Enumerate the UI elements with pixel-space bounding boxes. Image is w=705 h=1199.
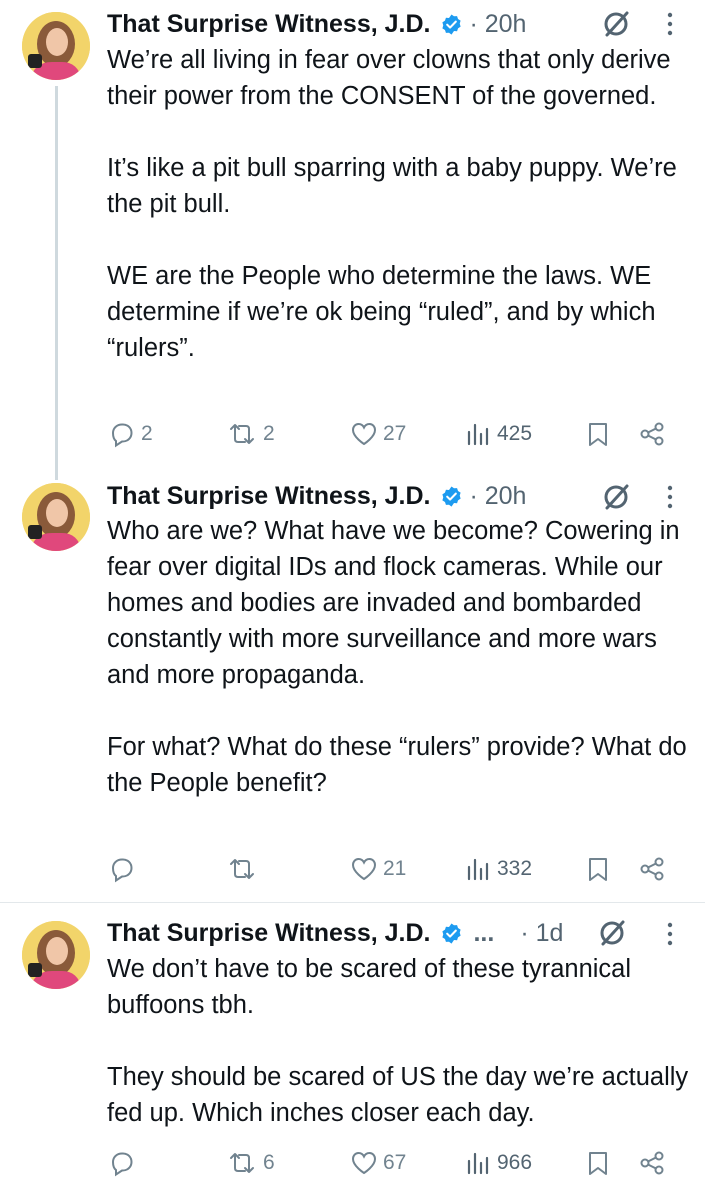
post-text: We’re all living in fear over clowns tha… <box>107 46 677 362</box>
bookmark-icon <box>589 858 607 881</box>
share-icon <box>640 422 664 446</box>
post-time[interactable]: · 20h <box>469 10 526 39</box>
hide-post-icon[interactable] <box>602 9 632 39</box>
verified-badge-icon <box>442 485 462 507</box>
reply-button[interactable] <box>107 851 141 887</box>
post-time[interactable]: · 20h <box>469 482 526 511</box>
hide-post-icon[interactable] <box>602 482 632 512</box>
repost-button[interactable] <box>225 851 263 887</box>
like-button[interactable]: 67 <box>349 1145 406 1181</box>
like-icon <box>351 422 377 446</box>
thread-line <box>55 86 58 480</box>
like-count: 67 <box>383 1151 407 1174</box>
repost-icon <box>230 1153 254 1173</box>
reply-button[interactable] <box>107 1145 141 1181</box>
author-name[interactable]: That Surprise Witness, J.D. <box>107 10 430 39</box>
views-icon <box>467 858 489 881</box>
more-options-icon[interactable] <box>660 482 680 512</box>
repost-count: 6 <box>263 1151 275 1174</box>
avatar[interactable] <box>22 921 90 989</box>
share-button[interactable] <box>637 416 667 452</box>
action-bar: 21 332 <box>107 851 677 887</box>
tweet-3[interactable]: That Surprise Witness, J.D. ... · 1d We … <box>0 915 705 1195</box>
avatar-image <box>22 921 90 989</box>
avatar-image <box>22 12 90 80</box>
like-icon <box>351 857 377 881</box>
bookmark-icon <box>589 1152 607 1175</box>
avatar-image <box>22 483 90 551</box>
repost-button[interactable]: 2 <box>225 416 275 452</box>
verified-badge-icon <box>442 922 462 944</box>
post-text: Who are we? What have we become? Cowerin… <box>107 517 687 797</box>
tweet-1[interactable]: That Surprise Witness, J.D. · 20h We’re … <box>0 0 705 480</box>
views-button[interactable]: 966 <box>463 1145 532 1181</box>
share-button[interactable] <box>637 851 667 887</box>
reply-icon <box>111 423 133 448</box>
bookmark-button[interactable] <box>585 851 611 887</box>
avatar[interactable] <box>22 12 90 80</box>
post-time[interactable]: · 1d <box>520 919 563 948</box>
more-options-icon[interactable] <box>660 9 680 39</box>
views-icon <box>467 1152 489 1175</box>
like-count: 21 <box>383 857 407 880</box>
name-overflow: ... <box>473 918 495 947</box>
share-button[interactable] <box>637 1145 667 1181</box>
more-options-icon[interactable] <box>660 919 680 949</box>
repost-count: 2 <box>263 422 275 445</box>
author-name[interactable]: That Surprise Witness, J.D. <box>107 919 430 948</box>
views-count: 332 <box>497 857 533 880</box>
reply-button[interactable]: 2 <box>107 416 153 452</box>
views-button[interactable]: 425 <box>463 416 532 452</box>
reply-icon <box>111 858 133 883</box>
author-name[interactable]: That Surprise Witness, J.D. <box>107 482 430 511</box>
bookmark-icon <box>589 423 607 446</box>
views-icon <box>467 423 489 446</box>
action-bar: 6 67 966 <box>107 1145 677 1181</box>
tweet-divider <box>0 902 705 903</box>
like-button[interactable]: 27 <box>349 416 406 452</box>
views-button[interactable]: 332 <box>463 851 532 887</box>
tweet-2[interactable]: That Surprise Witness, J.D. · 20h Who ar… <box>0 480 705 900</box>
bookmark-button[interactable] <box>585 1145 611 1181</box>
share-icon <box>640 857 664 881</box>
hide-post-icon[interactable] <box>598 918 628 948</box>
bookmark-button[interactable] <box>585 416 611 452</box>
like-button[interactable]: 21 <box>349 851 406 887</box>
reply-count: 2 <box>141 422 153 445</box>
verified-badge-icon <box>442 13 462 35</box>
like-icon <box>351 1151 377 1175</box>
like-count: 27 <box>383 422 407 445</box>
repost-button[interactable]: 6 <box>225 1145 275 1181</box>
avatar[interactable] <box>22 483 90 551</box>
views-count: 425 <box>497 422 533 445</box>
action-bar: 2 2 27 425 <box>107 416 677 452</box>
reply-icon <box>111 1152 133 1177</box>
repost-icon <box>230 424 254 444</box>
share-icon <box>640 1151 664 1175</box>
post-text: We don’t have to be scared of these tyra… <box>107 955 689 1127</box>
views-count: 966 <box>497 1151 533 1174</box>
repost-icon <box>230 859 254 879</box>
